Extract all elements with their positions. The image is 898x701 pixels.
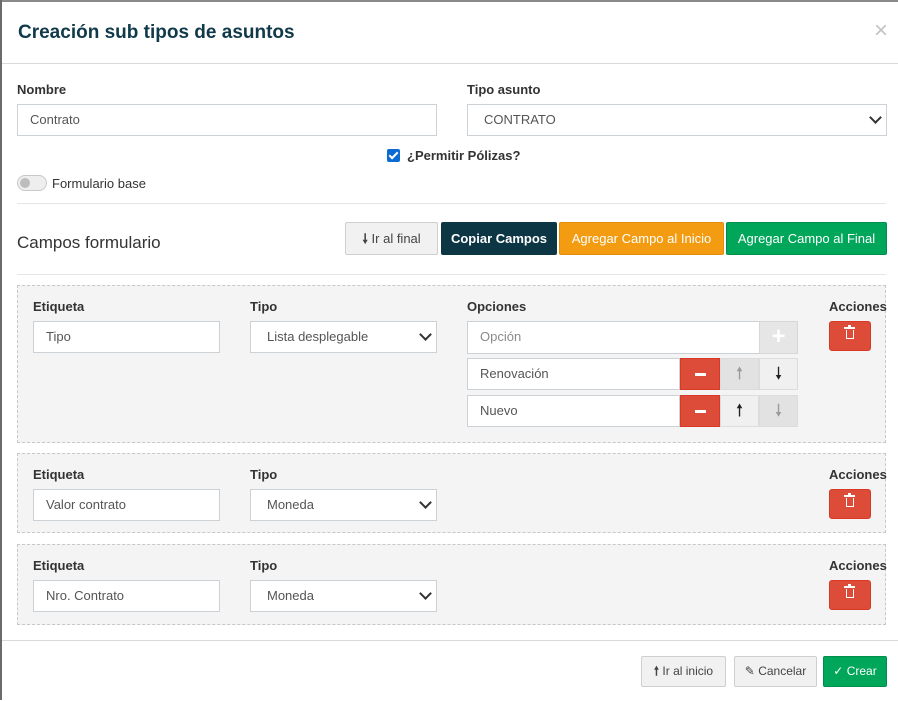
arrow-up-icon: 🠕 (735, 401, 744, 420)
tipo-select-value: Moneda (267, 588, 314, 603)
tipo-select[interactable]: Moneda (250, 489, 437, 521)
arrow-up-icon: 🠕 (653, 664, 660, 678)
toggle-knob (20, 178, 30, 188)
tipo-label: Tipo (250, 299, 278, 314)
etiqueta-label: Etiqueta (33, 299, 85, 314)
move-down-button[interactable]: 🠗 (759, 358, 798, 390)
ir-al-final-label: Ir al final (371, 231, 421, 246)
delete-field-button[interactable] (829, 489, 871, 519)
etiqueta-label: Etiqueta (33, 467, 85, 482)
tipo-label: Tipo (250, 558, 278, 573)
eraser-icon: ✎ (744, 664, 755, 678)
trash-icon (844, 493, 855, 507)
modal-dialog: Creación sub tipos de asuntos × Nombre C… (0, 0, 898, 700)
agregar-campo-final-button[interactable]: Agregar Campo al Final (726, 222, 887, 255)
delete-field-button[interactable] (829, 321, 871, 351)
ir-al-inicio-button[interactable]: 🠕 Ir al inicio (641, 656, 726, 687)
formulario-base-label: Formulario base (52, 176, 146, 191)
option-input[interactable]: Renovación (467, 358, 680, 390)
crear-label: Crear (846, 664, 877, 678)
arrow-down-icon: 🠗 (774, 364, 783, 383)
opciones-label: Opciones (467, 299, 527, 314)
formulario-base-toggle[interactable] (17, 175, 47, 191)
etiqueta-input[interactable]: Tipo (33, 321, 220, 353)
nombre-label: Nombre (17, 82, 67, 97)
etiqueta-input[interactable]: Nro. Contrato (33, 580, 220, 612)
agregar-campo-inicio-button[interactable]: Agregar Campo al Inicio (559, 222, 724, 255)
chevron-down-icon (419, 496, 432, 509)
modal-footer: 🠕 Ir al inicio ✎ Cancelar ✓ Crear (2, 640, 898, 701)
divider (17, 274, 886, 275)
tipo-select[interactable]: Moneda (250, 580, 437, 612)
move-up-button[interactable]: 🠕 (720, 395, 759, 427)
acciones-label: Acciones (829, 299, 887, 314)
trash-icon (844, 325, 855, 339)
opcion-input[interactable]: Opción (467, 321, 760, 354)
permitir-polizas-checkbox[interactable] (387, 149, 400, 162)
minus-icon (695, 373, 706, 376)
etiqueta-label: Etiqueta (33, 558, 85, 573)
arrow-up-icon: 🠕 (735, 364, 744, 383)
delete-field-button[interactable] (829, 580, 871, 610)
acciones-label: Acciones (829, 558, 887, 573)
arrow-down-icon: 🠗 (362, 231, 368, 246)
cancelar-label: Cancelar (758, 664, 807, 678)
remove-option-button[interactable] (680, 358, 720, 390)
tipo-label: Tipo (250, 467, 278, 482)
move-up-button[interactable]: 🠕 (720, 358, 759, 390)
ir-al-final-button[interactable]: 🠗 Ir al final (345, 222, 438, 255)
minus-icon (695, 410, 706, 413)
move-down-button[interactable]: 🠗 (759, 395, 798, 427)
tipo-asunto-label: Tipo asunto (467, 82, 541, 97)
etiqueta-input[interactable]: Valor contrato (33, 489, 220, 521)
remove-option-button[interactable] (680, 395, 720, 427)
tipo-select-value: Lista desplegable (267, 329, 369, 344)
acciones-label: Acciones (829, 467, 887, 482)
tipo-asunto-select[interactable]: CONTRATO (467, 104, 887, 136)
campos-formulario-title: Campos formulario (17, 233, 161, 252)
copiar-campos-button[interactable]: Copiar Campos (441, 222, 557, 255)
chevron-down-icon (869, 111, 882, 124)
permitir-polizas-label: ¿Permitir Pólizas? (407, 148, 521, 163)
check-icon: ✓ (833, 664, 844, 678)
tipo-select[interactable]: Lista desplegable (250, 321, 437, 353)
plus-icon[interactable]: + (759, 321, 798, 354)
close-icon[interactable]: × (874, 19, 888, 43)
chevron-down-icon (419, 587, 432, 600)
backdrop-edge-left (0, 0, 2, 700)
chevron-down-icon (419, 328, 432, 341)
crear-button[interactable]: ✓ Crear (823, 656, 887, 687)
modal-header: Creación sub tipos de asuntos × (2, 2, 898, 64)
modal-title: Creación sub tipos de asuntos (18, 22, 295, 43)
tipo-asunto-value: CONTRATO (484, 112, 556, 127)
ir-al-inicio-label: Ir al inicio (662, 664, 714, 678)
tipo-select-value: Moneda (267, 497, 314, 512)
cancelar-button[interactable]: ✎ Cancelar (734, 656, 817, 687)
option-input[interactable]: Nuevo (467, 395, 680, 427)
divider (17, 203, 886, 204)
nombre-input[interactable]: Contrato (17, 104, 437, 136)
arrow-down-icon: 🠗 (774, 401, 783, 420)
trash-icon (844, 584, 855, 598)
